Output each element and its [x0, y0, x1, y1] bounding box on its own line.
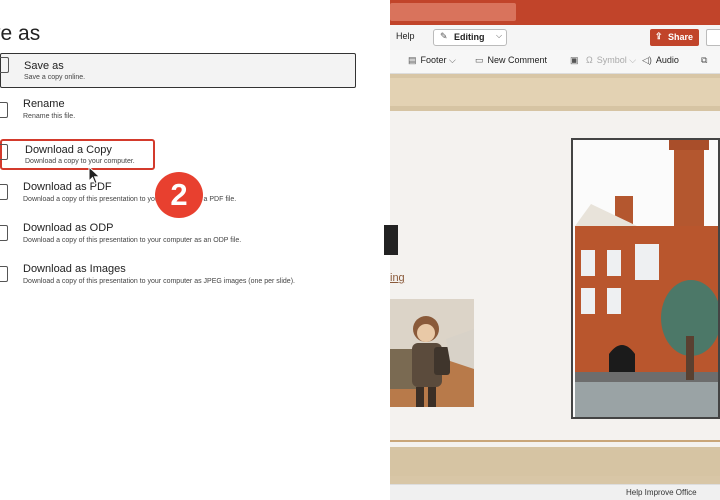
save-as-panel: ve as Save as Save a copy online. Rename… [0, 0, 390, 500]
status-bar: Help Improve Office [390, 484, 720, 500]
speaker-icon: ◁) [642, 55, 652, 65]
footer-button[interactable]: ▤ Footer ⌵ [408, 55, 460, 66]
slide-bottom-border [390, 440, 720, 442]
rename-option[interactable]: Rename Rename this file. [0, 98, 356, 132]
option-description: Rename this file. [23, 113, 76, 120]
option-title: Download a Copy [25, 144, 112, 156]
save-as-option[interactable]: Save as Save a copy online. [0, 53, 356, 88]
mouse-cursor-icon [88, 166, 101, 185]
pdf-icon [0, 184, 8, 200]
panel-title: ve as [0, 22, 41, 45]
share-label: Share [668, 32, 694, 42]
download-images-option[interactable]: Download as Images Download a copy of th… [0, 263, 356, 297]
footer-icon: ▤ [408, 55, 417, 65]
comment-icon: ▭ [475, 55, 484, 65]
option-description: Download a copy of this presentation to … [23, 237, 242, 244]
download-odp-option[interactable]: Download as ODP Download a copy of this … [0, 222, 356, 256]
search-box[interactable] [390, 3, 516, 21]
download-copy-option[interactable]: Download a Copy Download a copy to your … [0, 139, 155, 170]
app-window: Help ✎ Editing ⌵ ⇪ Share ▤ Footer ⌵ ▭ New … [384, 0, 720, 500]
footer-label: Footer [420, 55, 447, 65]
slide-top-border [390, 78, 720, 106]
chevron-down-icon: ⌵ [629, 55, 637, 65]
child-illustration[interactable] [390, 299, 474, 407]
option-description: Save a copy online. [24, 74, 86, 81]
slide-icon[interactable]: ▣ [570, 55, 583, 66]
option-description: Download a copy of this presentation to … [23, 278, 295, 285]
screen: ve as Save as Save a copy online. Rename… [0, 0, 720, 500]
new-comment-button[interactable]: ▭ New Comment [475, 55, 547, 66]
step-badge: 2 [155, 172, 203, 218]
tab-help[interactable]: Help [396, 31, 415, 41]
building-illustration [573, 140, 720, 417]
editing-label: Editing [454, 32, 485, 42]
rename-icon [0, 102, 8, 118]
option-description: Download a copy to your computer. [25, 158, 135, 165]
omega-icon: Ω [586, 55, 593, 65]
ribbon-tabs: Help ✎ Editing ⌵ ⇪ Share [390, 25, 720, 50]
chevron-down-icon: ⌵ [449, 55, 456, 65]
slide-title-fragment [384, 225, 398, 255]
option-title: Rename [23, 98, 65, 110]
screen-recording-icon[interactable]: ⧉ [701, 55, 711, 66]
download-icon [0, 144, 8, 160]
new-comment-label: New Comment [487, 55, 548, 65]
option-title: Download as ODP [23, 222, 114, 234]
share-icon: ⇪ [655, 31, 663, 41]
symbol-button[interactable]: Ω Symbol ⌵ [586, 55, 640, 66]
title-bar [390, 0, 720, 25]
images-icon [0, 266, 8, 282]
chevron-down-icon: ⌵ [496, 31, 503, 40]
audio-button[interactable]: ◁) Audio [642, 55, 679, 66]
comments-button[interactable] [706, 29, 720, 46]
share-button[interactable]: ⇪ Share [650, 29, 699, 46]
slide-link[interactable]: ing [390, 272, 405, 284]
ribbon-toolbar: ▤ Footer ⌵ ▭ New Comment ▣ Ω Symbol ⌵ ◁) Aud… [390, 50, 720, 74]
pencil-icon: ✎ [440, 31, 448, 41]
audio-label: Audio [655, 55, 679, 65]
editing-mode-button[interactable]: ✎ Editing ⌵ [433, 29, 507, 46]
odp-icon [0, 225, 8, 241]
option-title: Save as [24, 60, 64, 72]
save-icon [0, 57, 9, 73]
help-improve-office-link[interactable]: Help Improve Office [626, 488, 697, 497]
option-title: Download as Images [23, 263, 126, 275]
symbol-label: Symbol [596, 55, 627, 65]
building-illustration-frame[interactable] [571, 138, 720, 419]
option-description: Download a copy of this presentation to … [23, 196, 237, 203]
